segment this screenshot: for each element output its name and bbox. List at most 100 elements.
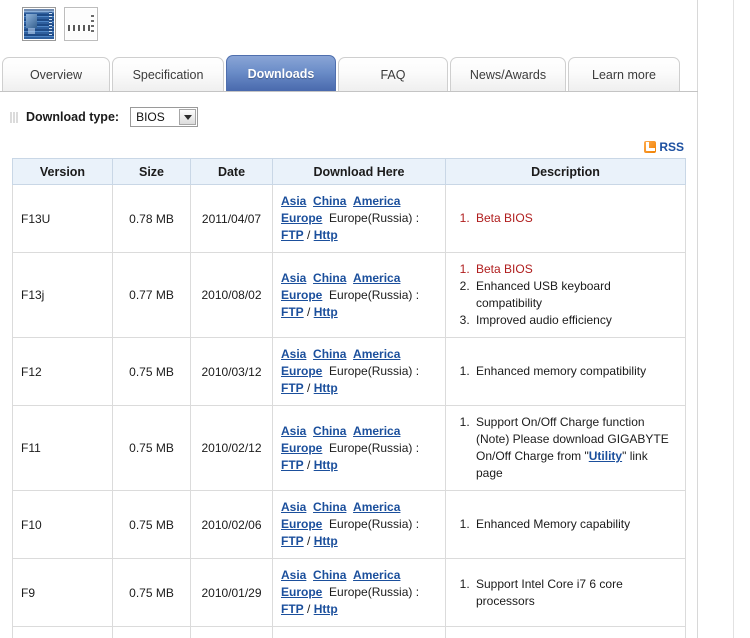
download-type-select[interactable]: BIOS xyxy=(130,107,199,127)
download-link-http[interactable]: Http xyxy=(314,602,338,616)
download-link-china[interactable]: China xyxy=(313,271,346,285)
col-header-download: Download Here xyxy=(272,158,446,185)
download-link-china[interactable]: China xyxy=(313,568,346,582)
cell-size: 0.75 MB xyxy=(112,558,191,627)
download-link-http[interactable]: Http xyxy=(314,458,338,472)
tab-learn-more[interactable]: Learn more xyxy=(568,57,680,91)
download-link-america[interactable]: America xyxy=(353,347,400,361)
tab-faq[interactable]: FAQ xyxy=(338,57,448,91)
protocol-separator: / xyxy=(303,304,314,319)
tab-overview-label: Overview xyxy=(29,67,83,82)
tab-downloads[interactable]: Downloads xyxy=(226,55,336,91)
cell-description: Update new CPU microcode xyxy=(445,626,686,638)
download-link-http[interactable]: Http xyxy=(314,305,338,319)
download-link-asia[interactable]: Asia xyxy=(281,424,306,438)
download-link-ftp[interactable]: FTP xyxy=(281,381,304,395)
cell-version: F11 xyxy=(12,405,113,491)
cell-description: Beta BIOSEnhanced USB keyboard compatibi… xyxy=(445,252,686,338)
cell-size: 0.75 MB xyxy=(112,337,191,406)
description-item: Enhanced USB keyboard compatibility xyxy=(473,278,677,312)
cell-size: 0.78 MB xyxy=(112,184,191,253)
download-link-ftp[interactable]: FTP xyxy=(281,458,304,472)
description-list: Enhanced Memory capability xyxy=(454,516,677,533)
tab-news-awards[interactable]: News/Awards xyxy=(450,57,566,91)
thumbnail-motherboard-photo[interactable] xyxy=(22,7,56,41)
download-link-russia-label: Europe(Russia) : xyxy=(329,211,420,225)
cell-version: F7 xyxy=(12,626,113,638)
cell-version: F10 xyxy=(12,490,113,559)
rss-label: RSS xyxy=(659,140,684,154)
downloads-table-wrapper: Version Size Date Download Here Descript… xyxy=(12,158,686,638)
cell-date: 2010/01/29 xyxy=(190,558,273,627)
download-link-asia[interactable]: Asia xyxy=(281,194,306,208)
download-link-http[interactable]: Http xyxy=(314,381,338,395)
download-link-china[interactable]: China xyxy=(313,194,346,208)
download-link-china[interactable]: China xyxy=(313,500,346,514)
download-link-asia[interactable]: Asia xyxy=(281,271,306,285)
page-right-rule xyxy=(733,0,734,638)
download-link-russia-label: Europe(Russia) : xyxy=(329,364,420,378)
download-link-http[interactable]: Http xyxy=(314,534,338,548)
cell-download-links: Asia China America Europe Europe(Russia)… xyxy=(272,337,446,406)
cell-version: F12 xyxy=(12,337,113,406)
cell-date: 2010/02/12 xyxy=(190,405,273,491)
description-item: Enhanced memory compatibility xyxy=(473,363,677,380)
cell-size: 0.77 MB xyxy=(112,252,191,338)
download-link-asia[interactable]: Asia xyxy=(281,347,306,361)
cell-size: 0.75 MB xyxy=(112,405,191,491)
rss-link[interactable]: RSS xyxy=(644,140,684,154)
protocol-separator: / xyxy=(303,457,314,472)
download-link-europe[interactable]: Europe xyxy=(281,585,322,599)
cell-size: 0.75 MB xyxy=(112,490,191,559)
utility-link[interactable]: Utility xyxy=(589,449,622,463)
download-link-europe[interactable]: Europe xyxy=(281,441,322,455)
download-link-ftp[interactable]: FTP xyxy=(281,305,304,319)
cell-version: F13j xyxy=(12,252,113,338)
tab-overview[interactable]: Overview xyxy=(2,57,110,91)
download-link-america[interactable]: America xyxy=(353,568,400,582)
cell-download-links: Asia China America Europe Europe(Russia)… xyxy=(272,184,446,253)
chevron-down-icon[interactable] xyxy=(179,109,197,125)
downloads-table-body: F13U 0.78 MB 2011/04/07 Asia China America … xyxy=(12,184,686,638)
download-link-ftp[interactable]: FTP xyxy=(281,602,304,616)
description-list: Beta BIOS xyxy=(454,210,677,227)
download-link-america[interactable]: America xyxy=(353,424,400,438)
cell-date: 2009/05/11 xyxy=(190,626,273,638)
cell-download-links: Asia China America Europe Europe(Russia)… xyxy=(272,626,446,638)
download-link-america[interactable]: America xyxy=(353,500,400,514)
table-row: F13U 0.78 MB 2011/04/07 Asia China America … xyxy=(12,184,686,253)
download-link-europe[interactable]: Europe xyxy=(281,288,322,302)
table-row: F9 0.75 MB 2010/01/29 Asia China America Eu… xyxy=(12,558,686,627)
download-link-europe[interactable]: Europe xyxy=(281,211,322,225)
download-link-ftp[interactable]: FTP xyxy=(281,228,304,242)
download-link-europe[interactable]: Europe xyxy=(281,517,322,531)
download-type-filter: Download type: BIOS xyxy=(10,107,199,127)
download-type-label: Download type: xyxy=(26,110,120,124)
tab-faq-label: FAQ xyxy=(380,67,406,82)
description-item: Support On/Off Charge function (Note) Pl… xyxy=(473,414,677,482)
download-link-asia[interactable]: Asia xyxy=(281,500,306,514)
download-link-america[interactable]: America xyxy=(353,271,400,285)
tab-specification[interactable]: Specification xyxy=(112,57,224,91)
description-item: Enhanced Memory capability xyxy=(473,516,677,533)
cell-date: 2010/02/06 xyxy=(190,490,273,559)
download-link-russia-label: Europe(Russia) : xyxy=(329,287,420,302)
rear-io-panel-icon xyxy=(66,9,96,39)
content-column: Overview Specification Downloads FAQ New… xyxy=(0,0,698,638)
download-link-ftp[interactable]: FTP xyxy=(281,534,304,548)
rss-icon xyxy=(644,141,657,153)
download-link-russia-label: Europe(Russia) : xyxy=(329,585,420,599)
download-link-america[interactable]: America xyxy=(353,194,400,208)
downloads-table: Version Size Date Download Here Descript… xyxy=(12,158,686,638)
description-list: Support On/Off Charge function (Note) Pl… xyxy=(454,414,677,482)
page-root: Overview Specification Downloads FAQ New… xyxy=(0,0,750,638)
download-link-http[interactable]: Http xyxy=(314,228,338,242)
description-item: Beta BIOS xyxy=(473,210,677,227)
download-link-asia[interactable]: Asia xyxy=(281,568,306,582)
download-link-europe[interactable]: Europe xyxy=(281,364,322,378)
description-item: Improved audio efficiency xyxy=(473,312,677,329)
download-link-china[interactable]: China xyxy=(313,424,346,438)
bullet-marker-icon xyxy=(10,111,19,123)
download-link-china[interactable]: China xyxy=(313,347,346,361)
thumbnail-rear-io-panel[interactable] xyxy=(64,7,98,41)
